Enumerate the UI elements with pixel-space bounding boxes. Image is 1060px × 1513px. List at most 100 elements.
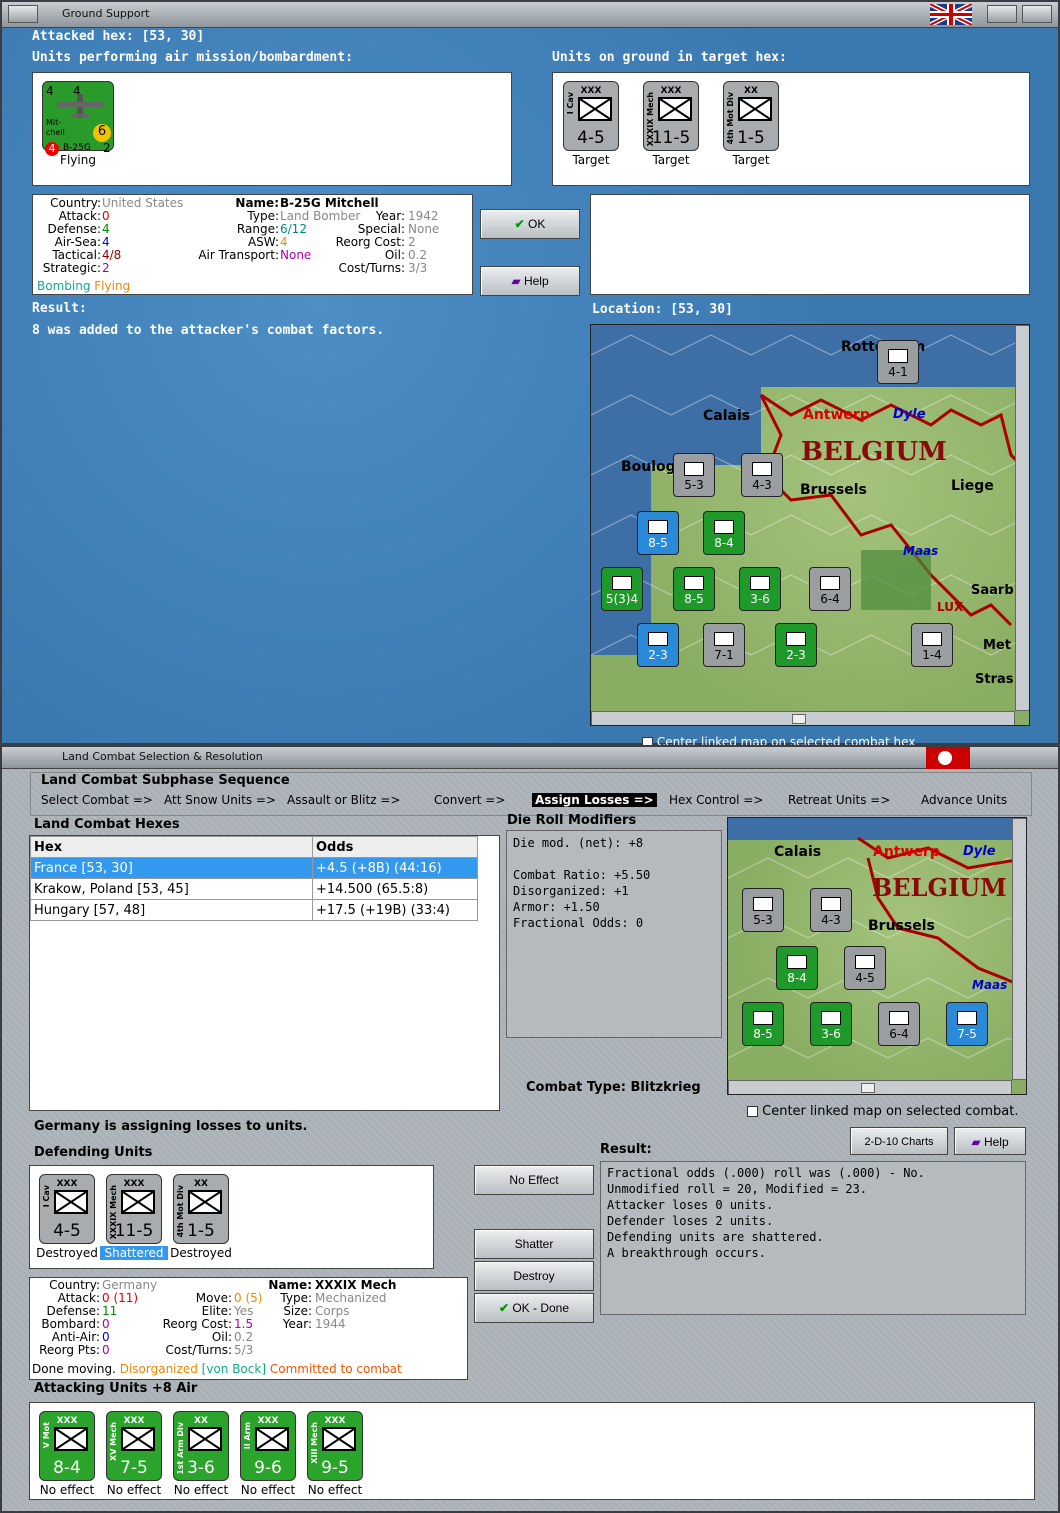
strategic-value: 2 <box>102 261 110 275</box>
subphase-step: Convert => <box>434 793 506 807</box>
location-header: Location: [53, 30] <box>592 302 733 317</box>
attacking-unit-caption: No effect <box>106 1483 162 1497</box>
map-label-metz: Met <box>983 638 1011 653</box>
col-hex[interactable]: Hex <box>30 836 313 858</box>
combat-hexes-table: Hex Odds France [53, 30] +4.5 (+8B) (44:1… <box>30 836 478 921</box>
map-unit-symbol-icon <box>787 955 807 969</box>
map-unit-counter[interactable]: 5-3 <box>742 888 784 932</box>
map-unit-counter[interactable]: 1-4 <box>911 623 953 667</box>
ground-unit-counter[interactable]: XX 4th Mot Div 1-5 <box>723 81 779 151</box>
location-map[interactable]: Rotterdam Antwerp Dyle Calais BELGIUM Bo… <box>590 324 1030 726</box>
center-combat-label: Center linked map on selected combat. <box>762 1104 1019 1119</box>
center-combat-checkbox[interactable] <box>747 1106 758 1117</box>
map-unit-counter[interactable]: 2-3 <box>637 623 679 667</box>
combat-map-hscroll[interactable] <box>728 1080 1012 1094</box>
defending-unit-counter[interactable]: XXX I Cav 4-5 <box>39 1174 95 1244</box>
attacking-unit-caption: No effect <box>307 1483 363 1497</box>
land-combat-window: Land Combat Selection & Resolution Land … <box>0 745 1060 1513</box>
map-scroll-thumb[interactable] <box>792 714 806 724</box>
map-horizontal-scrollbar[interactable] <box>591 711 1015 725</box>
die-modifier-line: Combat Ratio: +5.50 <box>513 868 651 882</box>
subphase-step: Select Combat => <box>41 793 153 807</box>
shatter-button[interactable]: Shatter <box>474 1229 594 1259</box>
map-unit-symbol-icon <box>753 1011 773 1025</box>
map-unit-symbol-icon <box>889 1011 909 1025</box>
air-info-blank-panel <box>590 194 1030 295</box>
map-unit-counter[interactable]: 8-4 <box>776 946 818 990</box>
combat-hexes-table-panel: Hex Odds France [53, 30] +4.5 (+8B) (44:1… <box>29 835 500 1111</box>
ok-label: OK <box>528 217 546 231</box>
unit-designation: II Arm <box>243 1422 252 1450</box>
unit-strength: 8-4 <box>53 1458 81 1478</box>
defending-unit-counter[interactable]: XXX XXXIX Mech 11-5 <box>106 1174 162 1244</box>
map-unit-counter[interactable]: 8-5 <box>637 511 679 555</box>
map-label-saar: Saarb <box>971 583 1014 598</box>
ok-done-button[interactable]: ✔ OK - Done <box>474 1293 594 1323</box>
map-unit-counter[interactable]: 4-3 <box>741 453 783 497</box>
air-unit-counter[interactable]: 4 4 Mit- chell 6 4 B-25G 2 <box>42 81 114 156</box>
bottom-window-title: Land Combat Selection & Resolution <box>62 750 263 763</box>
map-unit-counter[interactable]: 6-4 <box>809 567 851 611</box>
map-unit-strength: 3-6 <box>821 1027 841 1041</box>
charts-button[interactable]: 2-D-10 Charts <box>850 1127 948 1155</box>
map-unit-strength: 7-1 <box>714 648 734 662</box>
map-unit-strength: 5-3 <box>753 913 773 927</box>
attacking-unit-counter[interactable]: XXX XV Mech 7-5 <box>106 1411 162 1481</box>
map-unit-strength: 2-3 <box>786 648 806 662</box>
map-unit-counter[interactable]: 7-5 <box>946 1002 988 1046</box>
result-line: Defender loses 2 units. <box>607 1214 774 1228</box>
def-status-disorganized: Disorganized <box>119 1362 198 1376</box>
combat-map-scroll-thumb[interactable] <box>861 1083 875 1093</box>
defending-unit-counter[interactable]: XX 4th Mot Div 1-5 <box>173 1174 229 1244</box>
map-unit-counter[interactable]: 5(3)4 <box>601 567 643 611</box>
center-combat-checkbox-row[interactable]: Center linked map on selected combat. <box>747 1104 1019 1119</box>
uk-flag-icon <box>930 4 972 25</box>
map-label-liege: Liege <box>951 478 994 494</box>
no-effect-button[interactable]: No Effect <box>474 1165 594 1195</box>
attacking-unit-counter[interactable]: XXX XIII Mech 9-5 <box>307 1411 363 1481</box>
attacking-unit-counter[interactable]: XXX II Arm 9-6 <box>240 1411 296 1481</box>
ok-done-label: OK - Done <box>512 1301 570 1315</box>
destroy-button[interactable]: Destroy <box>474 1261 594 1291</box>
def-bombard: 0 <box>102 1317 110 1331</box>
map-unit-counter[interactable]: 3-6 <box>739 567 781 611</box>
attacking-units-header: Attacking Units +8 Air <box>34 1381 198 1396</box>
map-vertical-scrollbar[interactable] <box>1015 325 1029 711</box>
help-button[interactable]: ▰ Help <box>480 266 580 296</box>
map-unit-counter[interactable]: 4-1 <box>877 340 919 384</box>
map-unit-counter[interactable]: 5-3 <box>673 453 715 497</box>
map-unit-counter[interactable]: 8-5 <box>673 567 715 611</box>
window-menu-button[interactable] <box>8 5 38 23</box>
table-row[interactable]: Hungary [57, 48] +17.5 (+19B) (33:4) <box>30 899 478 921</box>
map-unit-counter[interactable]: 8-5 <box>742 1002 784 1046</box>
map-label-strasbourg: Stras <box>975 672 1014 687</box>
map-unit-counter[interactable]: 4-5 <box>844 946 886 990</box>
map-unit-counter[interactable]: 7-1 <box>703 623 745 667</box>
map-unit-counter[interactable]: 2-3 <box>775 623 817 667</box>
map-unit-counter[interactable]: 4-3 <box>810 888 852 932</box>
combat-map-vscroll[interactable] <box>1012 818 1026 1080</box>
map-unit-counter[interactable]: 6-4 <box>878 1002 920 1046</box>
unit-strength: 7-5 <box>120 1458 148 1478</box>
attacking-unit-caption: No effect <box>173 1483 229 1497</box>
ground-unit-counter[interactable]: XXX XXXIX Mech 11-5 <box>643 81 699 151</box>
unit-symbol-icon <box>322 1427 356 1451</box>
combat-map-calais: Calais <box>774 844 822 860</box>
table-row[interactable]: France [53, 30] +4.5 (+8B) (44:16) <box>30 857 478 879</box>
def-antiair: 0 <box>102 1330 110 1344</box>
table-row[interactable]: Krakow, Poland [53, 45] +14.500 (65.5:8) <box>30 878 478 900</box>
ground-unit-counter[interactable]: XXX I Cav 4-5 <box>563 81 619 151</box>
map-unit-symbol-icon <box>820 576 840 590</box>
ok-button[interactable]: ✔ OK <box>480 209 580 239</box>
unit-strength: 3-6 <box>187 1458 215 1478</box>
minimize-button[interactable] <box>987 5 1017 23</box>
map-unit-counter[interactable]: 8-4 <box>703 511 745 555</box>
close-button[interactable] <box>1022 5 1052 23</box>
bottom-help-button[interactable]: ▰ Help <box>954 1127 1026 1155</box>
unit-strength: 11-5 <box>114 1221 154 1241</box>
col-odds[interactable]: Odds <box>312 836 478 858</box>
combat-map[interactable]: Calais Antwerp Dyle BELGIUM Brussels Maa… <box>727 817 1027 1095</box>
attacking-unit-counter[interactable]: XXX V Mot 8-4 <box>39 1411 95 1481</box>
map-unit-counter[interactable]: 3-6 <box>810 1002 852 1046</box>
attacking-unit-counter[interactable]: XX 1st Arm Div 3-6 <box>173 1411 229 1481</box>
